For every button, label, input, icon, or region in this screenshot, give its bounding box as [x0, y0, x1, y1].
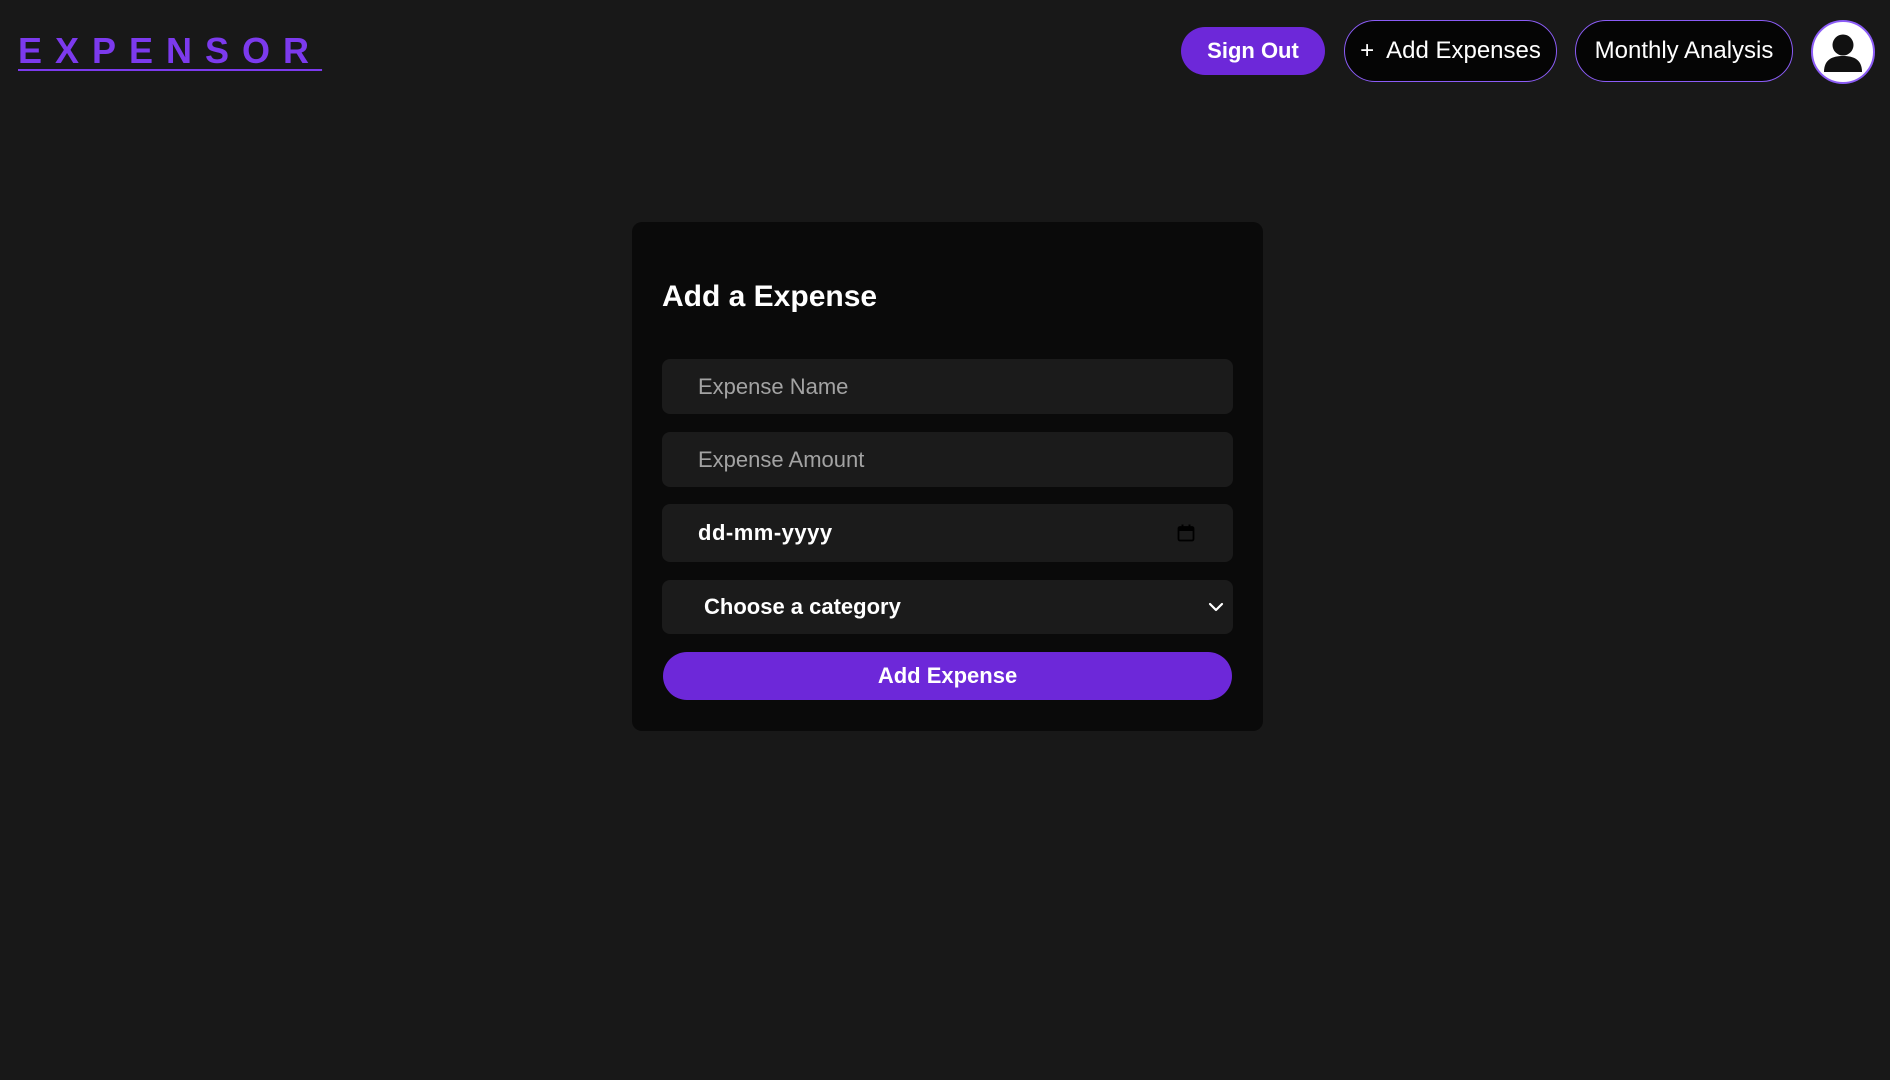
app-logo[interactable]: EXPENSOR [18, 30, 322, 72]
plus-icon: + [1360, 37, 1375, 64]
user-avatar-button[interactable] [1811, 20, 1875, 84]
expense-amount-input[interactable] [662, 432, 1233, 487]
add-expense-card: Add a Expense dd-mm-yyyy Choose a catego… [632, 222, 1263, 731]
form-title: Add a Expense [662, 280, 878, 313]
calendar-icon[interactable] [1177, 524, 1195, 542]
monthly-analysis-nav-button[interactable]: Monthly Analysis [1575, 20, 1793, 82]
add-expense-submit-button[interactable]: Add Expense [663, 652, 1232, 700]
sign-out-button[interactable]: Sign Out [1181, 27, 1325, 75]
expense-date-input[interactable]: dd-mm-yyyy [662, 504, 1233, 562]
user-avatar-icon [1824, 34, 1862, 72]
chevron-down-icon [1208, 602, 1224, 612]
add-expenses-nav-button[interactable]: + Add Expenses [1344, 20, 1557, 82]
expense-name-input[interactable] [662, 359, 1233, 414]
add-expenses-label: Add Expenses [1386, 37, 1541, 64]
category-selected-value: Choose a category [704, 594, 901, 619]
top-navigation-bar: EXPENSOR Sign Out + Add Expenses Monthly… [0, 0, 1890, 104]
category-select[interactable]: Choose a category [662, 580, 1233, 634]
date-placeholder: dd-mm-yyyy [698, 520, 833, 545]
